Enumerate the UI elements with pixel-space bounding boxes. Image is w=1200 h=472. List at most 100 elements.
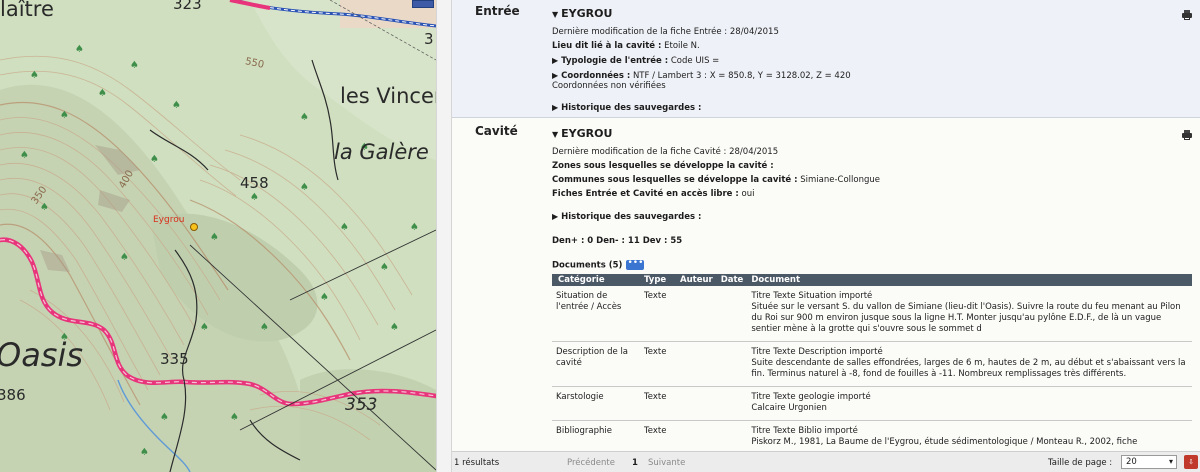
- page-size-value: 20: [1126, 457, 1137, 467]
- expand-caret-icon: ▶: [552, 212, 559, 221]
- entree-lieu-value: Etoile N.: [664, 41, 700, 51]
- svg-text:♠: ♠: [150, 154, 159, 165]
- map-view[interactable]: ♠ ♠ ♠ ♠ ♠ ♠ ♠ ♠ ♠ ♠ ♠ ♠ ♠ ♠ ♠ ♠ ♠ ♠ ♠ ♠ …: [0, 0, 436, 472]
- svg-text:♠: ♠: [250, 192, 259, 203]
- entree-typologie-line[interactable]: ▶ Typologie de l'entrée : Code UIS =: [552, 55, 719, 67]
- cavite-communes-value: Simiane-Collongue: [800, 175, 880, 185]
- document-body: Suite descendante de salles effondrées, …: [751, 358, 1186, 379]
- column-header-document[interactable]: Document: [747, 274, 1192, 286]
- documents-more-button[interactable]: •••: [626, 259, 645, 270]
- collapse-caret-icon: ▼: [552, 130, 559, 139]
- cell-date: [716, 341, 748, 387]
- table-row[interactable]: Situation de l'entrée / Accès Texte Titr…: [552, 286, 1192, 342]
- documents-table-header: Catégorie Type Auteur Date Document: [552, 274, 1192, 286]
- cell-auteur: [676, 286, 717, 342]
- svg-text:♠: ♠: [390, 322, 399, 333]
- map-label-les-vincen: les Vincen: [340, 84, 436, 108]
- entree-coord-note: Coordonnées non vérifiées: [552, 81, 666, 91]
- print-icon[interactable]: [1182, 10, 1192, 20]
- results-count: 1 résultats: [454, 458, 500, 468]
- detail-panel: Entrée ▼ EYGROU Dernière modification de …: [452, 0, 1200, 451]
- cavite-den-line: Den+ : 0 Den- : 11 Dev : 55: [552, 236, 683, 246]
- table-row[interactable]: Karstologie Texte Titre Texte geologie i…: [552, 386, 1192, 421]
- svg-text:♠: ♠: [380, 262, 389, 273]
- entree-lieu-line: Lieu dit lié à la cavité : Etoile N.: [552, 41, 700, 52]
- cell-categorie: Karstologie: [552, 386, 640, 421]
- column-header-date[interactable]: Date: [716, 274, 748, 286]
- cell-categorie: Situation de l'entrée / Accès: [552, 286, 640, 342]
- table-row[interactable]: Description de la cavité Texte Titre Tex…: [552, 341, 1192, 387]
- map-label-laitre: laître: [0, 0, 54, 21]
- svg-text:♠: ♠: [300, 182, 309, 193]
- svg-text:♠: ♠: [230, 412, 239, 423]
- document-title: Titre Texte Biblio importé: [751, 426, 858, 436]
- cave-marker-icon[interactable]: [190, 223, 198, 231]
- cavite-communes-label: Communes sous lesquelles se développe la…: [552, 175, 798, 185]
- map-label-oasis: Oasis: [0, 336, 84, 374]
- column-header-categorie[interactable]: Catégorie: [552, 274, 640, 286]
- cell-date: [716, 386, 748, 421]
- document-title: Titre Texte Description importé: [751, 347, 883, 357]
- cell-document: Titre Texte geologie importé Calcaire Ur…: [747, 386, 1192, 421]
- svg-text:♠: ♠: [130, 60, 139, 71]
- cell-document: Titre Texte Description importé Suite de…: [747, 341, 1192, 387]
- svg-text:♠: ♠: [120, 252, 129, 263]
- cell-document: Titre Texte Biblio importé Piskorz M., 1…: [747, 420, 1192, 451]
- svg-text:♠: ♠: [340, 222, 349, 233]
- entree-body: ▼ EYGROU Dernière modification de la fich…: [552, 0, 1192, 118]
- table-row[interactable]: Bibliographie Texte Titre Texte Biblio i…: [552, 420, 1192, 451]
- map-label-386: 386: [0, 386, 26, 404]
- map-layer-button[interactable]: [412, 0, 434, 8]
- cavite-title-text: EYGROU: [561, 127, 613, 140]
- column-header-auteur[interactable]: Auteur: [676, 274, 717, 286]
- document-title: Titre Texte Situation importé: [751, 291, 873, 301]
- cavite-historique-toggle[interactable]: ▶ Historique des sauvegardes :: [552, 211, 701, 223]
- export-icon[interactable]: ⇩: [1184, 455, 1198, 469]
- entree-historique-label: Historique des sauvegardes :: [561, 103, 702, 113]
- previous-page-link[interactable]: Précédente: [567, 458, 615, 468]
- document-title: Titre Texte geologie importé: [751, 392, 871, 402]
- expand-caret-icon: ▶: [552, 103, 559, 112]
- entree-title-text: EYGROU: [561, 7, 613, 20]
- cell-type: Texte: [640, 286, 676, 342]
- svg-text:♠: ♠: [75, 44, 84, 55]
- page-size-select[interactable]: 20 ▾: [1121, 455, 1177, 469]
- panel-splitter[interactable]: [436, 0, 452, 472]
- cavite-modif-value: 28/04/2015: [729, 147, 779, 157]
- entree-title[interactable]: ▼ EYGROU: [552, 8, 612, 20]
- cell-auteur: [676, 420, 717, 451]
- svg-text:♠: ♠: [172, 100, 181, 111]
- cavite-communes-line: Communes sous lesquelles se développe la…: [552, 175, 880, 186]
- cavite-section-label: Cavité: [475, 124, 518, 138]
- cavite-title[interactable]: ▼ EYGROU: [552, 128, 612, 140]
- current-page[interactable]: 1: [632, 458, 638, 468]
- column-header-type[interactable]: Type: [640, 274, 676, 286]
- map-label-458: 458: [240, 174, 269, 192]
- entree-modif-line: Dernière modification de la fiche Entrée…: [552, 27, 779, 38]
- svg-text:♠: ♠: [40, 202, 49, 213]
- entree-modif-value: 28/04/2015: [729, 27, 779, 37]
- map-marker-label-eygrou: Eygrou: [153, 215, 185, 225]
- svg-text:♠: ♠: [140, 447, 149, 458]
- cavite-modif-label: Dernière modification de la fiche Cavité…: [552, 147, 727, 157]
- entree-section-label: Entrée: [475, 4, 520, 18]
- map-label-3: 3: [424, 30, 434, 48]
- cell-type: Texte: [640, 386, 676, 421]
- entree-lieu-label: Lieu dit lié à la cavité :: [552, 41, 662, 51]
- expand-caret-icon: ▶: [552, 56, 559, 65]
- next-page-link[interactable]: Suivante: [648, 458, 685, 468]
- map-label-323: 323: [173, 0, 202, 13]
- cell-categorie: Description de la cavité: [552, 341, 640, 387]
- svg-text:♠: ♠: [210, 232, 219, 243]
- entree-typologie-value: Code UIS =: [670, 56, 720, 66]
- entree-historique-toggle[interactable]: ▶ Historique des sauvegardes :: [552, 102, 701, 114]
- cavite-section: Cavité ▼ EYGROU Dernière modification de …: [452, 118, 1200, 451]
- documents-label: Documents (5): [552, 260, 623, 271]
- cell-type: Texte: [640, 420, 676, 451]
- svg-text:♠: ♠: [320, 292, 329, 303]
- cell-auteur: [676, 386, 717, 421]
- svg-text:♠: ♠: [30, 70, 39, 81]
- entree-coord-value: NTF / Lambert 3 : X = 850.8, Y = 3128.02…: [632, 71, 851, 81]
- print-icon[interactable]: [1182, 130, 1192, 140]
- document-body: Calcaire Urgonien: [751, 403, 827, 413]
